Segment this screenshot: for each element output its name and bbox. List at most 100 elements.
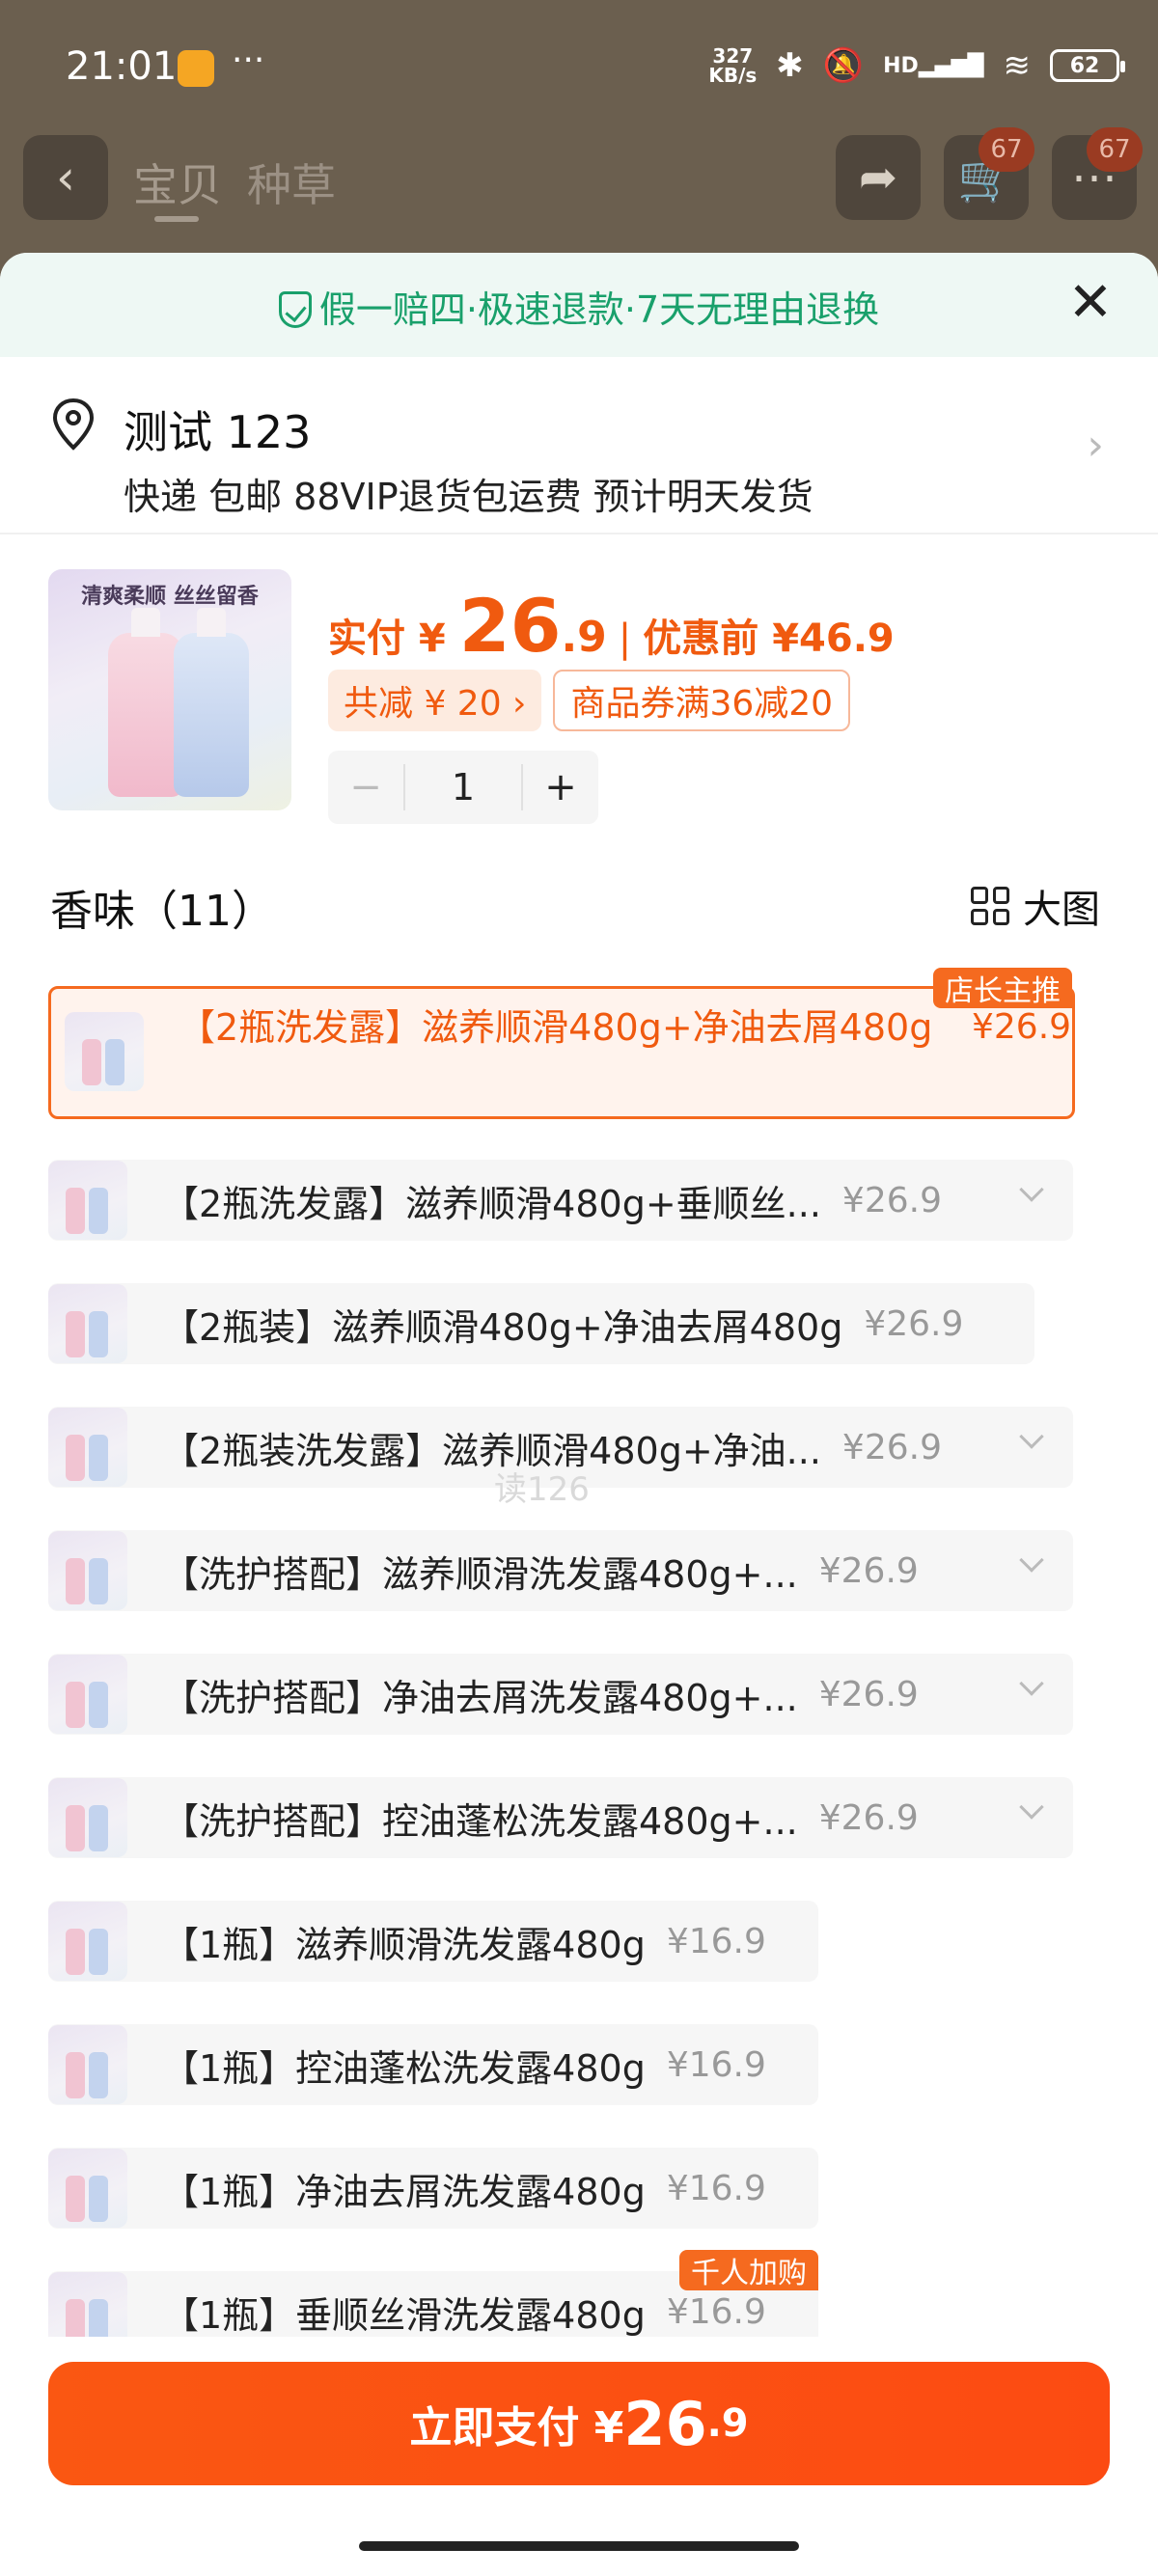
option-thumbnail [48, 1902, 127, 1981]
home-indicator[interactable] [359, 2541, 799, 2551]
status-bar: 21:01 ··· 327 KB/s ✱ 🔕 HD▂▄▆█ ≋ 62 [0, 0, 1158, 135]
option-label: 【洗护搭配】滋养顺滑洗发露480g+... [162, 1552, 798, 1596]
large-image-label: 大图 [1023, 888, 1100, 932]
option-price: ¥26.9 [818, 1550, 919, 1591]
product-summary: 清爽柔顺 丝丝留香 实付 ¥ 26.9 | 优惠前 ¥46.9 共减 ¥ 20 › … [0, 534, 1158, 824]
option-thumbnail [48, 2149, 127, 2228]
signal-icon: HD▂▄▆█ [883, 53, 984, 78]
tab-product[interactable]: 宝贝 [133, 151, 222, 214]
option-item[interactable]: 【2瓶装】滋养顺滑480g+净油去屑480g ¥26.9 [48, 1283, 1034, 1364]
price-decimal: .9 [561, 613, 607, 662]
section-title: 香味（11） [50, 887, 274, 936]
bottle-blue [174, 608, 249, 797]
recommend-tag: 店长主推 [933, 968, 1072, 1008]
coupon-chip: 商品券满36减20 [553, 670, 851, 731]
tab-recommend[interactable]: 种草 [247, 151, 336, 214]
top-nav: ‹ 宝贝 种草 ➦ 🛒 67 ⋯ 67 [0, 127, 1158, 257]
status-time: 21:01 [66, 44, 178, 89]
product-image[interactable]: 清爽柔顺 丝丝留香 [48, 569, 291, 810]
messages-badge: 67 [1087, 127, 1143, 172]
option-label: 【2瓶洗发露】滋养顺滑480g+垂顺丝... [162, 1182, 821, 1225]
chevron-down-icon[interactable] [1019, 1671, 1044, 1696]
option-item[interactable]: 【1瓶】控油蓬松洗发露480g ¥16.9 [48, 2024, 818, 2105]
sku-selection-sheet: 假一赔四·极速退款·7天无理由退换 ✕ 测试 123 快递 包邮 88VIP退货… [0, 253, 1158, 2576]
option-item[interactable]: 【洗护搭配】净油去屑洗发露480g+... ¥26.9 [48, 1654, 1073, 1735]
price-separator: | [618, 617, 632, 661]
option-thumbnail [65, 1012, 144, 1091]
quantity-stepper: − 1 + [328, 751, 598, 824]
option-label: 【2瓶洗发露】滋养顺滑480g+净油去屑480g [179, 1006, 933, 1049]
option-price: ¥16.9 [666, 1921, 766, 1961]
option-label: 【1瓶】控油蓬松洗发露480g [162, 2046, 646, 2090]
price-main: 26 [458, 583, 562, 669]
price-label: 实付 ¥ [328, 617, 459, 661]
background-page: 21:01 ··· 327 KB/s ✱ 🔕 HD▂▄▆█ ≋ 62 ‹ 宝贝 … [0, 0, 1158, 289]
recipient-name: 测试 123 [124, 406, 312, 458]
large-image-toggle[interactable]: 大图 [971, 878, 1100, 934]
option-item[interactable]: 【洗护搭配】滋养顺滑洗发露480g+... ¥26.9 [48, 1530, 1073, 1611]
app-notification-icon [178, 50, 214, 87]
option-thumbnail [48, 1408, 127, 1487]
option-thumbnail [48, 1531, 127, 1610]
share-icon: ➦ [858, 151, 898, 205]
option-item[interactable]: 【2瓶洗发露】滋养顺滑480g+净油去屑480g ¥26.9 店长主推 [48, 968, 1075, 1119]
pay-amount-decimal: .9 [706, 2401, 749, 2446]
option-price: ¥26.9 [841, 1427, 942, 1467]
chevron-down-icon[interactable] [1019, 1424, 1044, 1449]
cart-badge: 67 [979, 127, 1034, 172]
option-price: ¥26.9 [841, 1180, 942, 1220]
cart-button[interactable]: 🛒 67 [944, 127, 1034, 220]
product-image-caption: 清爽柔顺 丝丝留香 [81, 585, 259, 609]
grid-icon [971, 887, 1009, 925]
decrease-button[interactable]: − [328, 765, 403, 809]
option-price: ¥26.9 [864, 1303, 964, 1344]
option-item[interactable]: 【2瓶洗发露】滋养顺滑480g+垂顺丝... ¥26.9 [48, 1160, 1073, 1241]
option-item[interactable]: 【1瓶】滋养顺滑洗发露480g ¥16.9 [48, 1901, 818, 1982]
increase-button[interactable]: + [523, 765, 598, 809]
total-discount-chip[interactable]: 共减 ¥ 20 › [328, 670, 542, 731]
status-icons: 327 KB/s ✱ 🔕 HD▂▄▆█ ≋ 62 [708, 44, 1125, 87]
chevron-down-icon[interactable] [1019, 1795, 1044, 1820]
option-label: 【洗护搭配】控油蓬松洗发露480g+... [162, 1799, 798, 1843]
close-button[interactable]: ✕ [1062, 274, 1119, 332]
bluetooth-icon: ✱ [776, 46, 804, 85]
pay-amount: 26 [623, 2388, 707, 2459]
pay-bar: 立即支付 ¥26.9 [0, 2337, 1158, 2576]
guarantee-text: 假一赔四·极速退款·7天无理由退换 [318, 288, 880, 331]
option-label: 【1瓶】净油去屑洗发露480g [162, 2170, 646, 2213]
network-speed: 327 KB/s [708, 44, 758, 87]
pay-now-button[interactable]: 立即支付 ¥26.9 [48, 2362, 1110, 2485]
watermark: 读126 [494, 1470, 590, 1509]
option-thumbnail [48, 1778, 127, 1857]
back-button[interactable]: ‹ [23, 135, 108, 220]
wifi-icon: ≋ [1003, 46, 1032, 85]
address-row[interactable]: 测试 123 快递 包邮 88VIP退货包运费 预计明天发货 › [0, 357, 1158, 534]
messages-button[interactable]: ⋯ 67 [1052, 127, 1143, 220]
option-label: 【2瓶装洗发露】滋养顺滑480g+净油... [162, 1429, 821, 1472]
chevron-right-icon: › [1087, 421, 1104, 470]
chevron-down-icon[interactable] [1019, 1548, 1044, 1573]
option-price: ¥16.9 [666, 2044, 766, 2085]
shield-check-icon [278, 291, 312, 328]
tab-indicator [154, 216, 199, 222]
popular-tag: 千人加购 [679, 2250, 818, 2290]
price-line: 实付 ¥ 26.9 | 优惠前 ¥46.9 [328, 583, 895, 669]
location-pin-icon [52, 397, 95, 451]
original-price: 优惠前 ¥46.9 [643, 617, 895, 661]
share-button[interactable]: ➦ [836, 135, 921, 220]
option-thumbnail [48, 1284, 127, 1363]
quantity-value[interactable]: 1 [403, 764, 523, 810]
option-price: ¥26.9 [818, 1797, 919, 1838]
chevron-down-icon[interactable] [1019, 1177, 1044, 1202]
option-label: 【1瓶】滋养顺滑洗发露480g [162, 1923, 646, 1966]
option-item[interactable]: 【洗护搭配】控油蓬松洗发露480g+... ¥26.9 [48, 1777, 1073, 1858]
pay-label: 立即支付 ¥ [409, 2403, 624, 2453]
option-label: 【1瓶】垂顺丝滑洗发露480g [162, 2293, 646, 2337]
bottle-pink [108, 608, 183, 797]
option-item[interactable]: 【1瓶】净油去屑洗发露480g ¥16.9 [48, 2148, 818, 2229]
option-price: ¥26.9 [972, 1007, 1072, 1047]
option-thumbnail [48, 1161, 127, 1240]
option-thumbnail [48, 1655, 127, 1734]
option-thumbnail [48, 2025, 127, 2104]
guarantee-banner: 假一赔四·极速退款·7天无理由退换 ✕ [0, 253, 1158, 357]
